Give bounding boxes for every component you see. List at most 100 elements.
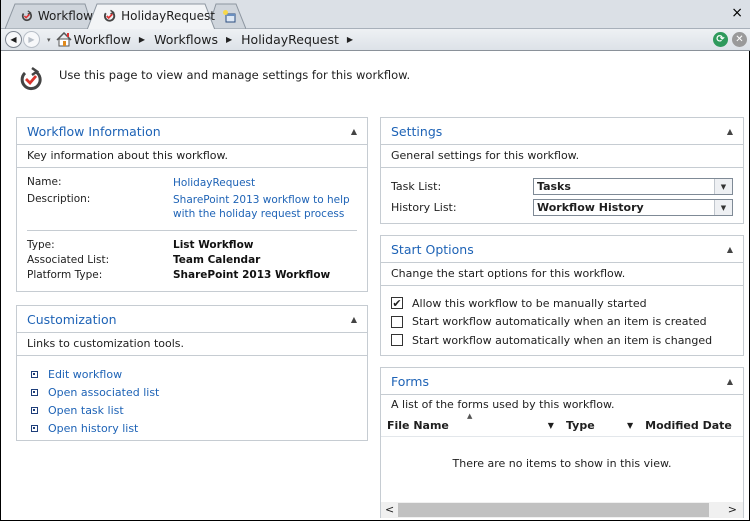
- start-on-change-option[interactable]: Start workflow automatically when an ite…: [391, 331, 733, 350]
- navigation-bar: ◀ ▶ ▾ Workflow ▶ Workflows ▶ HolidayRequ…: [1, 29, 750, 51]
- scrollbar-thumb[interactable]: [398, 503, 709, 517]
- option-label[interactable]: Start workflow automatically when an ite…: [412, 334, 712, 347]
- bullet-icon: [31, 406, 38, 414]
- history-dropdown-icon[interactable]: ▾: [47, 36, 51, 44]
- breadcrumb-holidayrequest[interactable]: HolidayRequest: [241, 32, 339, 47]
- breadcrumb-workflow[interactable]: Workflow: [74, 32, 131, 47]
- start-options-panel: Start Options ▲ Change the start options…: [380, 235, 744, 356]
- chevron-down-icon[interactable]: ▼: [627, 421, 633, 430]
- option-label[interactable]: Allow this workflow to be manually start…: [412, 297, 647, 310]
- collapse-icon[interactable]: ▲: [351, 315, 357, 324]
- refresh-icon[interactable]: ⟳: [713, 32, 728, 47]
- platform-type-value: SharePoint 2013 Workflow: [173, 269, 331, 281]
- page-intro: Use this page to view and manage setting…: [19, 66, 410, 92]
- collapse-icon[interactable]: ▲: [727, 127, 733, 136]
- forms-panel: Forms ▲ A list of the forms used by this…: [380, 367, 744, 518]
- tab-strip: Workflow HolidayRequest ×: [1, 0, 750, 29]
- home-icon[interactable]: [55, 32, 72, 47]
- column-label[interactable]: File Name: [387, 419, 449, 432]
- scroll-right-icon[interactable]: >: [728, 503, 737, 516]
- open-history-list-link[interactable]: Open history list: [31, 419, 353, 437]
- workflow-description-value: SharePoint 2013 workflow to help with th…: [173, 194, 350, 220]
- manual-start-option[interactable]: ✔ Allow this workflow to be manually sta…: [391, 294, 733, 313]
- panel-title: Start Options: [391, 241, 474, 257]
- field-label: Name:: [27, 176, 62, 188]
- panel-description: Key information about this workflow.: [17, 145, 367, 168]
- workflow-icon: [103, 9, 116, 22]
- divider: [27, 230, 357, 231]
- edit-workflow-link[interactable]: Edit workflow: [31, 365, 353, 383]
- workflow-icon: [21, 10, 32, 22]
- panel-description: A list of the forms used by this workflo…: [391, 398, 615, 411]
- workflow-name-value: HolidayRequest: [173, 177, 256, 189]
- link-label[interactable]: Edit workflow: [48, 368, 122, 381]
- breadcrumb: Workflow ▶ Workflows ▶ HolidayRequest ▶: [55, 32, 363, 47]
- workflow-type-value: List Workflow: [173, 239, 254, 251]
- column-type[interactable]: Type ▼: [560, 415, 639, 436]
- forms-table-header: ▲ File Name ▼ Type ▼ Modified Date: [381, 412, 743, 437]
- panel-title: Workflow Information: [27, 123, 161, 139]
- field-label: Type:: [27, 239, 55, 251]
- sort-ascending-icon: ▲: [467, 412, 473, 420]
- tab-holidayrequest-label: HolidayRequest: [121, 9, 215, 23]
- start-on-create-checkbox[interactable]: [391, 315, 403, 328]
- chevron-down-icon[interactable]: ▼: [548, 421, 554, 430]
- start-on-change-checkbox[interactable]: [391, 334, 403, 347]
- history-list-value: Workflow History: [537, 201, 644, 214]
- breadcrumb-arrow-icon[interactable]: ▶: [226, 35, 232, 44]
- workflow-information-panel: Workflow Information ▲ Key information a…: [16, 117, 368, 292]
- window-frame: Workflow HolidayRequest × ◀ ▶ ▾ Workflow…: [0, 0, 750, 521]
- open-associated-list-link[interactable]: Open associated list: [31, 383, 353, 401]
- panel-title: Settings: [391, 123, 443, 139]
- panel-title: Customization: [27, 311, 117, 327]
- tab-workflow[interactable]: Workflow: [5, 3, 93, 29]
- panel-description: General settings for this workflow.: [381, 145, 743, 168]
- bullet-icon: [31, 370, 38, 378]
- manual-start-checkbox[interactable]: ✔: [391, 297, 403, 310]
- workflow-icon: [20, 66, 42, 91]
- empty-message: There are no items to show in this view.: [452, 457, 672, 470]
- stop-icon[interactable]: ✕: [732, 32, 747, 47]
- settings-panel: Settings ▲ General settings for this wor…: [380, 117, 744, 224]
- page-description: Use this page to view and manage setting…: [59, 68, 411, 82]
- chevron-down-icon[interactable]: ▼: [714, 179, 732, 194]
- task-list-select[interactable]: Tasks ▼: [533, 178, 733, 195]
- close-icon[interactable]: ×: [731, 6, 743, 20]
- option-label[interactable]: Start workflow automatically when an ite…: [412, 315, 707, 328]
- breadcrumb-arrow-icon[interactable]: ▶: [139, 35, 145, 44]
- link-label[interactable]: Open history list: [48, 422, 138, 435]
- forward-button[interactable]: ▶: [23, 31, 40, 48]
- history-list-label: History List:: [391, 201, 457, 214]
- column-label[interactable]: Type: [566, 419, 595, 432]
- bullet-icon: [31, 388, 38, 396]
- field-label: Platform Type:: [27, 269, 103, 281]
- scroll-left-icon[interactable]: <: [385, 503, 394, 516]
- collapse-icon[interactable]: ▲: [351, 127, 357, 136]
- back-button[interactable]: ◀: [5, 31, 22, 48]
- task-list-label: Task List:: [391, 180, 442, 193]
- chevron-down-icon[interactable]: ▼: [714, 200, 732, 215]
- field-label: Associated List:: [27, 254, 110, 266]
- column-modified-date[interactable]: Modified Date: [639, 415, 743, 436]
- new-tab-icon: [223, 10, 236, 23]
- bullet-icon: [31, 424, 38, 432]
- collapse-icon[interactable]: ▲: [727, 377, 733, 386]
- task-list-value: Tasks: [537, 180, 571, 193]
- start-on-create-option[interactable]: Start workflow automatically when an ite…: [391, 313, 733, 332]
- link-label[interactable]: Open task list: [48, 404, 124, 417]
- collapse-icon[interactable]: ▲: [727, 245, 733, 254]
- breadcrumb-workflows[interactable]: Workflows: [154, 32, 218, 47]
- history-list-select[interactable]: Workflow History ▼: [533, 199, 733, 216]
- link-label[interactable]: Open associated list: [48, 386, 159, 399]
- customization-panel: Customization ▲ Links to customization t…: [16, 305, 368, 441]
- breadcrumb-arrow-icon[interactable]: ▶: [347, 35, 353, 44]
- associated-list-value: Team Calendar: [173, 254, 261, 266]
- panel-title: Forms: [391, 373, 430, 389]
- panel-description: Change the start options for this workfl…: [381, 263, 743, 286]
- field-label: Description:: [27, 193, 91, 205]
- column-label[interactable]: Modified Date: [645, 419, 732, 432]
- horizontal-scrollbar[interactable]: < >: [381, 502, 743, 518]
- tab-holidayrequest[interactable]: HolidayRequest: [87, 3, 215, 29]
- open-task-list-link[interactable]: Open task list: [31, 401, 353, 419]
- panel-description: Links to customization tools.: [17, 333, 367, 356]
